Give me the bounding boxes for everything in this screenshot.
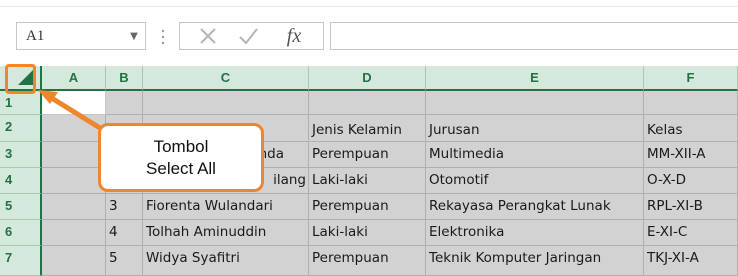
callout-line-1: Tombol bbox=[153, 137, 209, 156]
select-all-callout: Tombol Select All bbox=[98, 123, 264, 192]
excel-window: A1 ▼ fx A B C D E F 1 2 3 4 5 6 7 Jenis … bbox=[0, 0, 738, 276]
callout-line-2: Select All bbox=[146, 159, 216, 178]
